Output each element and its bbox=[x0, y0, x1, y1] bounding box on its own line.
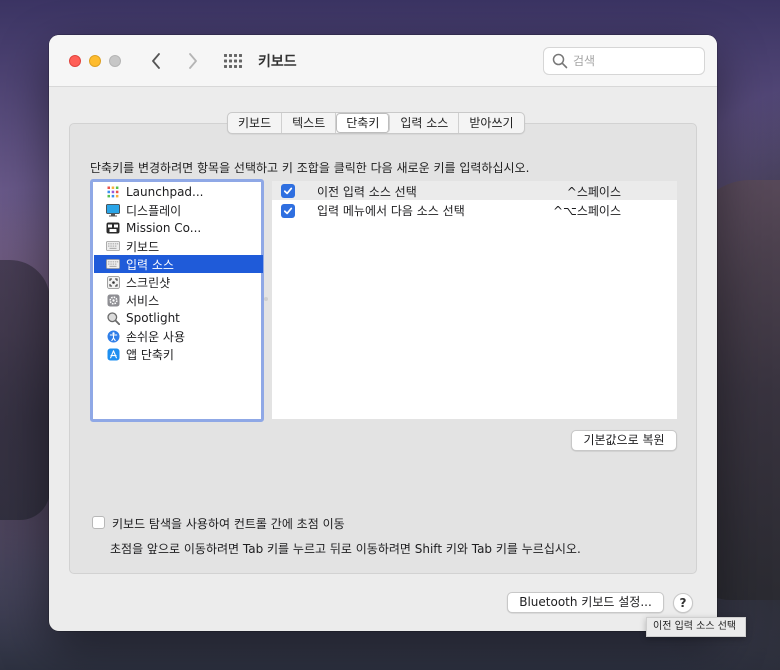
split-view-divider[interactable] bbox=[264, 297, 268, 301]
back-button[interactable] bbox=[145, 50, 167, 72]
checkmark-icon bbox=[283, 187, 293, 195]
keyboard-icon bbox=[106, 239, 120, 253]
category-label: 스크린샷 bbox=[126, 275, 171, 290]
category-item-input-sources[interactable]: 입력 소스 bbox=[94, 255, 263, 273]
grid-icon bbox=[224, 54, 242, 68]
spotlight-icon bbox=[106, 311, 120, 325]
category-item-mission-control[interactable]: Mission Co... bbox=[94, 219, 263, 237]
gear-icon bbox=[106, 293, 120, 307]
tab-text[interactable]: 텍스트 bbox=[282, 113, 337, 133]
category-item-app-shortcuts[interactable]: 앱 단축키 bbox=[94, 345, 263, 363]
tab-shortcuts[interactable]: 단축키 bbox=[336, 113, 391, 133]
search-input[interactable] bbox=[573, 52, 698, 70]
tab-dictation[interactable]: 받아쓰기 bbox=[459, 113, 523, 133]
accessibility-icon bbox=[106, 329, 120, 343]
search-field[interactable] bbox=[543, 47, 705, 75]
show-all-button[interactable] bbox=[223, 52, 243, 70]
category-label: 손쉬운 사용 bbox=[126, 329, 186, 344]
minimize-button[interactable] bbox=[89, 55, 101, 67]
chevron-left-icon bbox=[152, 53, 160, 69]
shortcut-key-combination[interactable]: ^⌥스페이스 bbox=[553, 202, 621, 219]
shortcut-table: 이전 입력 소스 선택 ^스페이스 입력 메뉴에서 다음 소스 선택 ^⌥스페이… bbox=[272, 181, 677, 419]
window-title: 키보드 bbox=[258, 54, 297, 70]
system-preferences-window: 키보드 키보드 텍스트 단축키 입력 소스 받아쓰기 단축키를 변경하려면 항목… bbox=[49, 35, 717, 631]
mission-control-icon bbox=[106, 221, 120, 235]
shortcut-name: 입력 메뉴에서 다음 소스 선택 bbox=[317, 204, 465, 218]
tab-bar: 키보드 텍스트 단축키 입력 소스 받아쓰기 bbox=[227, 112, 525, 134]
shortcut-name: 이전 입력 소스 선택 bbox=[317, 185, 417, 199]
category-item-launchpad[interactable]: Launchpad... bbox=[94, 183, 263, 201]
keyboard-navigation-checkbox[interactable] bbox=[92, 516, 105, 529]
chevron-right-icon bbox=[189, 53, 197, 69]
forward-button[interactable] bbox=[182, 50, 204, 72]
table-row[interactable]: 입력 메뉴에서 다음 소스 선택 ^⌥스페이스 bbox=[272, 200, 677, 219]
display-icon bbox=[106, 203, 120, 217]
tab-input-sources[interactable]: 입력 소스 bbox=[390, 113, 460, 133]
category-label: 앱 단축키 bbox=[126, 347, 174, 362]
zoom-button[interactable] bbox=[109, 55, 121, 67]
checkmark-icon bbox=[283, 207, 293, 215]
category-label: Launchpad... bbox=[126, 185, 204, 199]
shortcut-category-list[interactable]: Launchpad... 디스플레이 Mission Co... 키보드 입력 … bbox=[90, 179, 264, 422]
app-store-icon bbox=[106, 347, 120, 361]
screenshot-icon bbox=[106, 275, 120, 289]
help-button[interactable]: ? bbox=[673, 593, 693, 613]
titlebar: 키보드 bbox=[49, 35, 717, 87]
keyboard-navigation-label: 키보드 탐색을 사용하여 컨트롤 간에 초점 이동 bbox=[112, 517, 345, 531]
keyboard-navigation-description: 초점을 앞으로 이동하려면 Tab 키를 누르고 뒤로 이동하려면 Shift … bbox=[110, 542, 581, 556]
category-label: Mission Co... bbox=[126, 221, 202, 235]
shortcut-key-combination[interactable]: ^스페이스 bbox=[567, 183, 621, 200]
keyboard-icon bbox=[106, 257, 120, 271]
restore-defaults-button[interactable]: 기본값으로 복원 bbox=[571, 430, 677, 451]
category-label: 디스플레이 bbox=[126, 203, 182, 218]
bluetooth-keyboard-setup-button[interactable]: Bluetooth 키보드 설정... bbox=[507, 592, 664, 613]
category-item-spotlight[interactable]: Spotlight bbox=[94, 309, 263, 327]
category-item-keyboard[interactable]: 키보드 bbox=[94, 237, 263, 255]
category-label: 키보드 bbox=[126, 239, 160, 254]
instruction-text: 단축키를 변경하려면 항목을 선택하고 키 조합을 클릭한 다음 새로운 키를 … bbox=[90, 161, 530, 175]
category-item-accessibility[interactable]: 손쉬운 사용 bbox=[94, 327, 263, 345]
close-button[interactable] bbox=[69, 55, 81, 67]
shortcut-enabled-checkbox[interactable] bbox=[281, 204, 295, 218]
category-item-display[interactable]: 디스플레이 bbox=[94, 201, 263, 219]
category-item-screenshot[interactable]: 스크린샷 bbox=[94, 273, 263, 291]
tab-keyboard[interactable]: 키보드 bbox=[228, 113, 283, 133]
category-label: Spotlight bbox=[126, 311, 180, 325]
category-item-services[interactable]: 서비스 bbox=[94, 291, 263, 309]
shortcut-enabled-checkbox[interactable] bbox=[281, 184, 295, 198]
category-label: 입력 소스 bbox=[126, 257, 174, 272]
table-row[interactable]: 이전 입력 소스 선택 ^스페이스 bbox=[272, 181, 677, 200]
search-icon bbox=[552, 53, 568, 69]
launchpad-icon bbox=[106, 185, 120, 199]
category-label: 서비스 bbox=[126, 293, 160, 308]
desktop-wallpaper-left bbox=[0, 260, 50, 520]
tooltip: 이전 입력 소스 선택 bbox=[646, 617, 746, 637]
